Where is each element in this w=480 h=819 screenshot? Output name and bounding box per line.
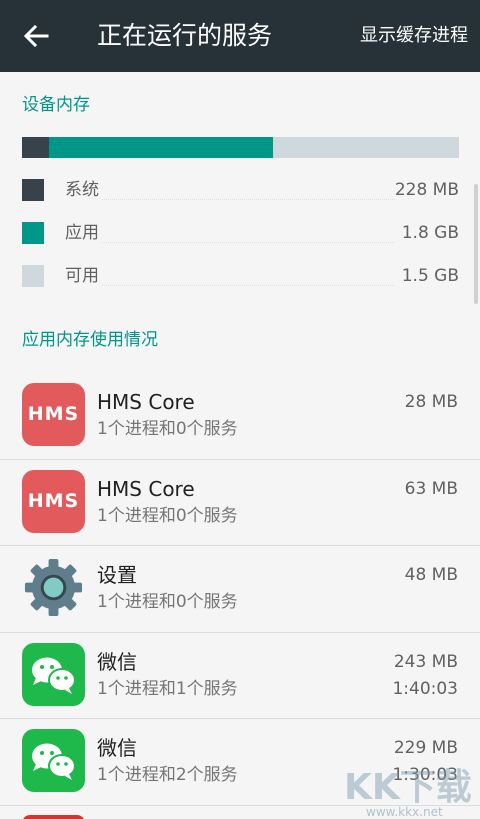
legend-label: 应用 [65, 223, 99, 243]
legend-value: 228 MB [394, 180, 459, 200]
legend-row-apps: 应用 1.8 GB [22, 221, 459, 245]
scrollbar-thumb[interactable] [474, 184, 478, 304]
memory-size: 243 MB [393, 651, 458, 672]
memory-size: 28 MB [404, 392, 458, 412]
legend-swatch-system [22, 179, 44, 201]
app-name: 微信 [97, 649, 137, 674]
wechat-icon [22, 729, 85, 792]
legend-label: 系统 [65, 180, 99, 200]
watermark-logo: KK下载 www.kkx.net [336, 755, 476, 819]
legend-divider [102, 199, 395, 200]
legend-swatch-free [22, 265, 44, 287]
list-item[interactable]: 微信 1个进程和1个服务 243 MB 1:40:03 [0, 633, 480, 719]
legend-label: 可用 [65, 266, 99, 286]
memory-bar-system-segment [22, 137, 49, 158]
process-info: 1个进程和0个服务 [97, 419, 238, 439]
legend-swatch-apps [22, 222, 44, 244]
app-name: HMS Core [97, 476, 195, 501]
memory-bar-apps-segment [49, 137, 273, 158]
memory-size: 48 MB [404, 565, 458, 585]
svg-text:www.kkx.net: www.kkx.net [366, 805, 443, 819]
next-app-icon-partial [22, 815, 85, 819]
back-button[interactable] [18, 18, 54, 54]
svg-text:KK下载: KK下载 [344, 767, 472, 808]
memory-usage-bar [22, 137, 459, 158]
app-name: 设置 [97, 563, 137, 587]
legend-divider [102, 242, 395, 243]
process-info: 1个进程和0个服务 [97, 592, 238, 612]
device-memory-title: 设备内存 [22, 95, 90, 115]
hms-core-icon: HMS [22, 383, 85, 446]
page-title: 正在运行的服务 [97, 21, 273, 50]
hms-icon-text: HMS [27, 489, 80, 512]
app-name: HMS Core [97, 390, 195, 414]
app-name: 微信 [97, 736, 137, 760]
process-info: 1个进程和2个服务 [97, 765, 238, 785]
list-item[interactable]: HMS HMS Core 1个进程和0个服务 63 MB [0, 460, 480, 546]
legend-divider [102, 285, 395, 286]
legend-row-system: 系统 228 MB [22, 178, 459, 202]
legend-row-free: 可用 1.5 GB [22, 264, 459, 288]
legend-value: 1.5 GB [401, 266, 459, 286]
settings-gear-icon [22, 556, 85, 619]
hms-icon-text: HMS [27, 403, 80, 425]
process-info: 1个进程和0个服务 [97, 505, 238, 526]
running-time: 1:40:03 [392, 678, 458, 699]
list-item[interactable]: 设置 1个进程和0个服务 48 MB [0, 546, 480, 633]
legend-value: 1.8 GB [401, 223, 459, 243]
wechat-icon [22, 642, 85, 706]
arrow-left-icon [23, 24, 49, 48]
process-info: 1个进程和1个服务 [97, 678, 238, 699]
memory-size: 63 MB [404, 478, 458, 499]
list-item[interactable]: HMS HMS Core 1个进程和0个服务 28 MB [0, 373, 480, 460]
app-memory-usage-title: 应用内存使用情况 [22, 330, 158, 350]
app-bar: 正在运行的服务 显示缓存进程 [0, 0, 480, 72]
running-apps-list: HMS HMS Core 1个进程和0个服务 28 MB HMS HMS Cor… [0, 373, 480, 806]
hms-core-icon: HMS [22, 469, 85, 533]
show-cached-processes-button[interactable]: 显示缓存进程 [360, 23, 468, 49]
